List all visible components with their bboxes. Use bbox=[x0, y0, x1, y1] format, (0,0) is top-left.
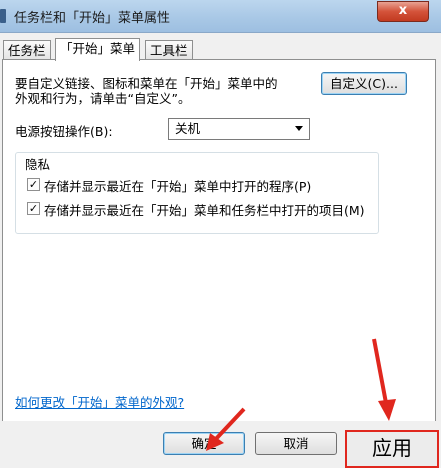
power-button-select[interactable]: 关机 bbox=[168, 118, 310, 140]
annotation-arrow-apply bbox=[372, 338, 396, 421]
title-bar: 任务栏和「开始」菜单属性 x bbox=[0, 0, 441, 33]
power-button-value: 关机 bbox=[175, 121, 201, 136]
privacy-group-title: 隐私 bbox=[23, 154, 53, 173]
checkbox-recent-programs-label[interactable]: 存储并显示最近在「开始」菜单中打开的程序(P) bbox=[44, 176, 311, 195]
close-button[interactable]: x bbox=[377, 1, 429, 22]
power-button-label: 电源按钮操作(B): bbox=[15, 124, 113, 139]
checkbox-recent-programs[interactable]: ✓ bbox=[27, 178, 40, 191]
cancel-button[interactable]: 取消 bbox=[255, 432, 337, 455]
chevron-down-icon bbox=[295, 126, 303, 131]
tab-taskbar[interactable]: 任务栏 bbox=[3, 40, 51, 60]
description-line-1: 要自定义链接、图标和菜单在「开始」菜单中的 bbox=[15, 76, 278, 91]
description-text: 要自定义链接、图标和菜单在「开始」菜单中的 外观和行为，请单击“自定义”。 bbox=[15, 76, 278, 106]
tab-start-menu[interactable]: 「开始」菜单 bbox=[55, 38, 141, 61]
window-icon bbox=[0, 9, 6, 23]
help-link[interactable]: 如何更改「开始」菜单的外观? bbox=[15, 392, 184, 411]
tab-toolbars[interactable]: 工具栏 bbox=[145, 40, 193, 60]
description-line-2: 外观和行为，请单击“自定义”。 bbox=[15, 91, 191, 106]
window-title: 任务栏和「开始」菜单属性 bbox=[14, 11, 171, 26]
checkbox-recent-items[interactable]: ✓ bbox=[27, 202, 40, 215]
customize-button[interactable]: 自定义(C)... bbox=[321, 72, 407, 95]
tab-bar: 任务栏 「开始」菜单 工具栏 bbox=[0, 38, 441, 61]
checkbox-recent-items-label[interactable]: 存储并显示最近在「开始」菜单和任务栏中打开的项目(M) bbox=[44, 200, 365, 219]
apply-button[interactable]: 应用 bbox=[345, 430, 439, 468]
annotation-arrow-ok bbox=[206, 407, 246, 451]
